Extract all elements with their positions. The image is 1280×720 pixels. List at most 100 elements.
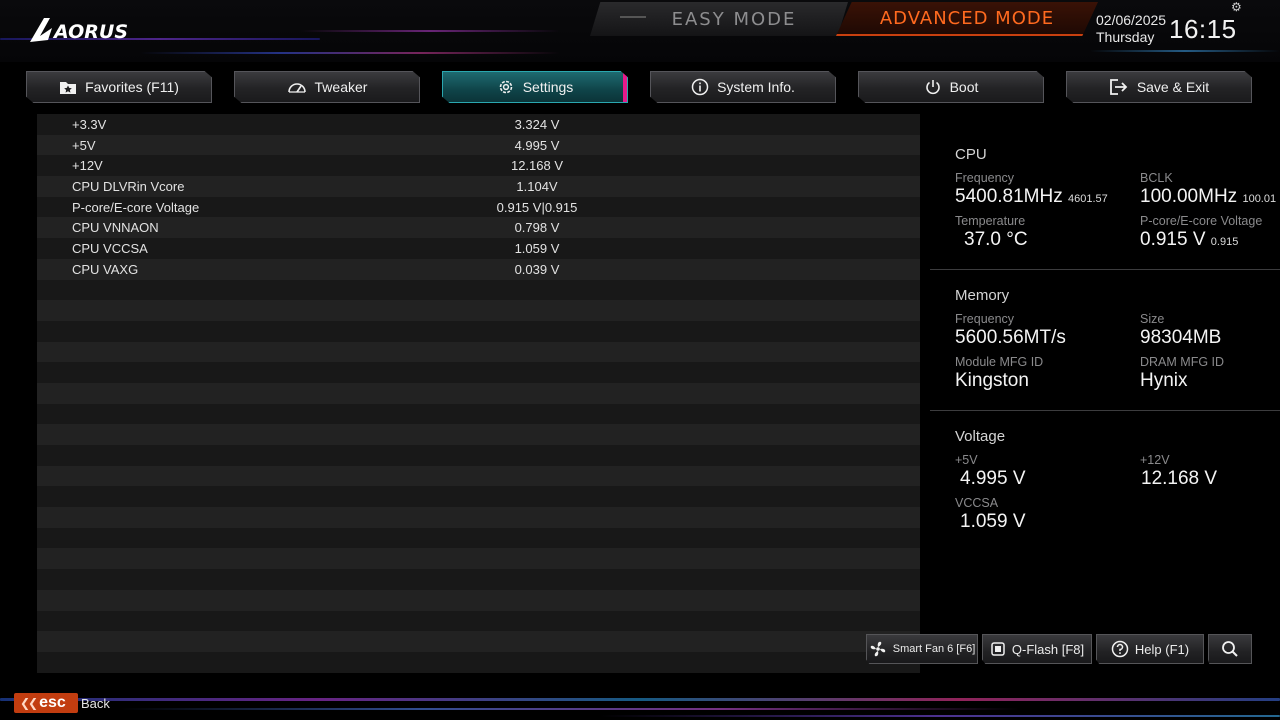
empty-row	[37, 569, 920, 590]
memory-size-value: 98304MB	[1140, 327, 1222, 348]
chip-icon	[991, 642, 1005, 656]
clock-time: 16:15	[1169, 14, 1237, 44]
row-value: 4.995 V	[514, 137, 560, 153]
date-display: 02/06/2025 Thursday	[1096, 12, 1166, 46]
empty-row	[37, 527, 920, 549]
module-mfg-label: Module MFG ID	[955, 355, 1044, 369]
tab-system-info[interactable]: System Info.	[650, 71, 836, 103]
decor-streak	[120, 708, 1020, 710]
row-label: +5V	[72, 137, 96, 153]
back-label[interactable]: Back	[81, 696, 110, 711]
decor-streak	[600, 715, 1280, 717]
memory-frequency-label: Frequency	[955, 312, 1015, 326]
search-icon	[1222, 641, 1238, 657]
exit-icon	[1109, 79, 1128, 95]
empty-row	[37, 382, 920, 404]
help-icon	[1111, 640, 1129, 658]
smart-fan-button[interactable]: Smart Fan 6 [F6]	[866, 634, 978, 664]
tab-favorites[interactable]: Favorites (F11)	[26, 71, 212, 103]
memory-title: Memory	[955, 287, 1010, 304]
row-value: 1.059 V	[514, 240, 560, 256]
tab-tweaker[interactable]: Tweaker	[234, 71, 420, 103]
row-label: CPU VNNAON	[72, 220, 159, 236]
row-label: CPU VAXG	[72, 261, 139, 277]
v5-label: +5V	[955, 453, 978, 467]
svg-text:AORUS: AORUS	[52, 21, 128, 43]
row-value: 0.039 V	[514, 261, 560, 277]
table-row[interactable]: CPU VNNAON 0.798 V	[37, 217, 920, 239]
gear-icon	[499, 80, 513, 94]
row-value: 12.168 V	[510, 158, 564, 174]
decor-streak	[0, 698, 1280, 701]
row-label: +12V	[72, 158, 103, 174]
help-label: Help (F1)	[1134, 641, 1190, 657]
tab-settings[interactable]: Settings	[442, 71, 628, 103]
table-row[interactable]: CPU VAXG 0.039 V	[37, 258, 920, 280]
pe-voltage-value: 0.915 V 0.915	[1140, 229, 1239, 250]
table-row[interactable]: +3.3V 3.324 V	[37, 114, 920, 135]
info-icon	[691, 78, 709, 96]
tab-boot[interactable]: Boot	[858, 71, 1044, 103]
empty-row	[37, 465, 920, 487]
vccsa-value: 1.059 V	[960, 511, 1026, 532]
empty-row	[37, 320, 920, 342]
empty-row	[37, 362, 920, 383]
power-icon	[925, 80, 940, 95]
row-label: CPU DLVRin Vcore	[72, 178, 185, 194]
dram-mfg-label: DRAM MFG ID	[1140, 355, 1225, 369]
help-button[interactable]: Help (F1)	[1096, 634, 1204, 664]
table-row[interactable]: CPU DLVRin Vcore 1.104V	[37, 176, 920, 197]
pe-voltage-label: P-core/E-core Voltage	[1140, 214, 1263, 228]
tab-save-exit[interactable]: Save & Exit	[1066, 71, 1252, 103]
bclk-label: BCLK	[1140, 171, 1173, 185]
date-text: 02/06/2025	[1096, 12, 1167, 28]
tab-label: System Info.	[717, 79, 795, 95]
settings-gear-icon[interactable]: ⚙	[1231, 0, 1242, 14]
table-row[interactable]: +12V 12.168 V	[37, 155, 920, 177]
tab-label: Save & Exit	[1136, 79, 1210, 95]
voltage-section: Voltage +5V 4.995 V +12V 12.168 V VCCSA …	[955, 428, 1280, 533]
v12-label: +12V	[1140, 453, 1170, 467]
cpu-title: CPU	[955, 146, 987, 163]
cpu-temperature-value: 37.0 °C	[964, 229, 1028, 250]
dram-mfg-value: Hynix	[1140, 370, 1188, 391]
empty-row	[37, 610, 920, 632]
empty-row	[37, 589, 920, 611]
smart-fan-label: Smart Fan 6 [F6]	[892, 643, 976, 655]
search-button[interactable]	[1208, 634, 1252, 664]
weekday-text: Thursday	[1096, 29, 1155, 45]
easy-mode-button[interactable]: EASY MODE	[590, 2, 848, 36]
tab-label: Boot	[949, 79, 979, 95]
memory-frequency-value: 5600.56MT/s	[955, 327, 1066, 348]
row-value: 3.324 V	[514, 116, 560, 132]
row-label: CPU VCCSA	[72, 240, 148, 256]
eagle-logo-icon: AORUS	[30, 18, 128, 43]
tab-label: Favorites (F11)	[85, 79, 179, 95]
panel-divider	[930, 410, 1280, 411]
vccsa-label: VCCSA	[955, 496, 999, 510]
tab-label: Tweaker	[314, 79, 368, 95]
aorus-logo: AORUS	[30, 16, 144, 44]
advanced-mode-button[interactable]: ADVANCED MODE	[836, 2, 1098, 36]
row-value: 0.915 V|0.915	[496, 199, 578, 215]
cpu-section: CPU Frequency 5400.81MHz 4601.57 BCLK 10…	[955, 146, 1280, 251]
memory-size-label: Size	[1140, 312, 1165, 326]
esc-key[interactable]: ❮❮ esc	[14, 693, 78, 713]
tab-label: Settings	[522, 79, 574, 95]
q-flash-button[interactable]: Q-Flash [F8]	[982, 634, 1092, 664]
voltage-table: +3.3V 3.324 V +5V 4.995 V +12V 12.168 V CPU…	[37, 114, 920, 673]
cpu-frequency-label: Frequency	[955, 171, 1015, 185]
star-folder-icon	[60, 82, 77, 94]
table-row[interactable]: +5V 4.995 V	[37, 134, 920, 156]
decor-streak	[140, 52, 560, 54]
empty-row	[37, 300, 920, 321]
empty-row	[37, 424, 920, 445]
module-mfg-value: Kingston	[955, 370, 1029, 391]
advanced-mode-label: ADVANCED MODE	[879, 7, 1055, 29]
dash-decor	[620, 16, 646, 18]
fan-icon	[870, 641, 885, 657]
cpu-frequency-value: 5400.81MHz 4601.57	[955, 186, 1108, 207]
v5-value: 4.995 V	[960, 468, 1026, 489]
table-row[interactable]: CPU VCCSA 1.059 V	[37, 238, 920, 259]
table-row[interactable]: P-core/E-core Voltage 0.915 V|0.915	[37, 196, 920, 218]
